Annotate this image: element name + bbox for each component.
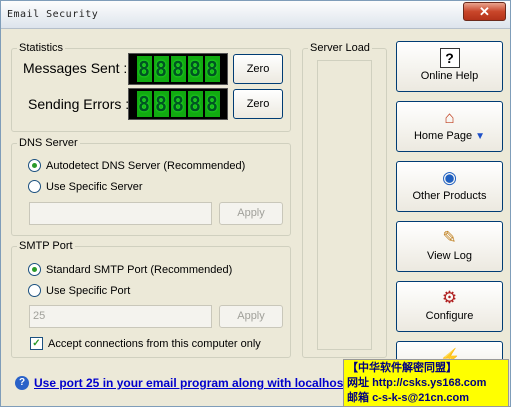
dns-autodetect-option[interactable]: Autodetect DNS Server (Recommended) — [28, 159, 245, 172]
client-area: Statistics Messages Sent : 8 8 8 8 8 Zer… — [2, 30, 510, 406]
lcd-digit: 8 — [170, 91, 186, 117]
statistics-legend: Statistics — [19, 42, 64, 54]
dns-server-input[interactable] — [29, 202, 212, 225]
lcd-digit: 8 — [136, 56, 152, 82]
messages-sent-label: Messages Sent : — [23, 60, 128, 76]
dns-autodetect-label: Autodetect DNS Server (Recommended) — [46, 159, 246, 172]
dns-specific-label: Use Specific Server — [46, 180, 143, 193]
sending-errors-counter: 8 8 8 8 8 — [128, 88, 228, 120]
other-products-label: Other Products — [412, 190, 487, 202]
radio-unselected[interactable] — [28, 180, 41, 193]
watermark-banner: 【中华软件解密同盟】 网址 http://csks.ys168.com 邮箱 c… — [343, 359, 509, 407]
dns-apply-button[interactable]: Apply — [219, 202, 283, 225]
sending-errors-label: Sending Errors : — [28, 96, 130, 112]
dns-server-legend: DNS Server — [19, 137, 78, 149]
close-icon: ✕ — [479, 4, 490, 19]
home-page-label: Home Page — [413, 130, 473, 142]
smtp-standard-option[interactable]: Standard SMTP Port (Recommended) — [28, 263, 232, 276]
lcd-digit: 8 — [153, 56, 169, 82]
smtp-port-legend: SMTP Port — [19, 240, 73, 252]
watermark-line3: 邮箱 c-s-k-s@21cn.com — [347, 392, 469, 404]
radio-selected[interactable] — [28, 159, 41, 172]
smtp-standard-label: Standard SMTP Port (Recommended) — [46, 263, 233, 276]
configure-button[interactable]: ⚙ Configure — [396, 281, 503, 332]
lcd-digit: 8 — [136, 91, 152, 117]
lcd-digit: 8 — [170, 56, 186, 82]
view-log-label: View Log — [426, 250, 473, 262]
dropdown-arrow-icon: ▼ — [475, 131, 486, 142]
lcd-digit: 8 — [204, 91, 220, 117]
view-log-button[interactable]: ✎ View Log — [396, 221, 503, 272]
watermark-line2: 网址 http://csks.ys168.com — [347, 377, 487, 389]
home-icon: ⌂ — [444, 108, 455, 127]
watermark-line1: 【中华软件解密同盟】 — [347, 362, 457, 374]
configure-icon: ⚙ — [441, 288, 458, 307]
online-help-label: Online Help — [420, 70, 479, 82]
smtp-specific-option[interactable]: Use Specific Port — [28, 284, 130, 297]
email-security-window: Email Security ✕ Statistics Messages Sen… — [0, 0, 511, 407]
log-icon: ✎ — [442, 228, 457, 247]
online-help-button[interactable]: ? Online Help — [396, 41, 503, 92]
smtp-specific-label: Use Specific Port — [46, 284, 131, 297]
smtp-apply-button[interactable]: Apply — [219, 305, 283, 328]
zero-messages-button[interactable]: Zero — [233, 54, 283, 84]
radio-selected[interactable] — [28, 263, 41, 276]
close-button[interactable]: ✕ — [463, 2, 506, 21]
accept-local-checkbox[interactable]: ✓ Accept connections from this computer … — [30, 337, 261, 350]
accept-local-label: Accept connections from this computer on… — [48, 337, 261, 350]
port-help-link[interactable]: ? Use port 25 in your email program alon… — [15, 376, 347, 390]
server-load-legend: Server Load — [310, 42, 370, 54]
other-products-button[interactable]: ◉ Other Products — [396, 161, 503, 212]
lcd-digit: 8 — [187, 56, 203, 82]
home-page-button[interactable]: ⌂ Home Page ▼ — [396, 101, 503, 152]
question-icon: ? — [15, 376, 29, 390]
dns-specific-option[interactable]: Use Specific Server — [28, 180, 143, 193]
radio-unselected[interactable] — [28, 284, 41, 297]
smtp-port-input[interactable]: 25 — [29, 305, 212, 328]
port-help-text[interactable]: Use port 25 in your email program along … — [34, 376, 347, 390]
lcd-digit: 8 — [153, 91, 169, 117]
title-bar[interactable]: Email Security ✕ — [1, 1, 510, 29]
checkbox-checked[interactable]: ✓ — [30, 337, 43, 350]
help-icon: ? — [439, 48, 460, 68]
lcd-digit: 8 — [204, 56, 220, 82]
messages-sent-counter: 8 8 8 8 8 — [128, 53, 228, 85]
zero-errors-button[interactable]: Zero — [233, 89, 283, 119]
window-title: Email Security — [7, 9, 99, 20]
server-load-meter — [317, 60, 372, 350]
products-icon: ◉ — [442, 168, 457, 187]
lcd-digit: 8 — [187, 91, 203, 117]
configure-label: Configure — [425, 310, 474, 322]
